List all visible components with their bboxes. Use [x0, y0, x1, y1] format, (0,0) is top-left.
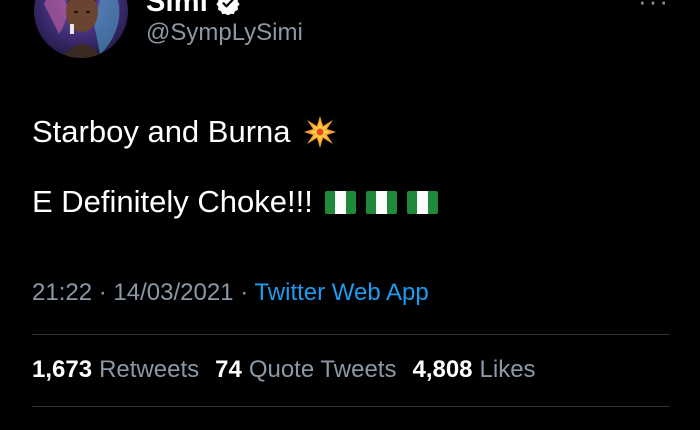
likes-stat[interactable]: 4,808 Likes	[412, 356, 535, 384]
nigeria-flag-icon	[406, 190, 438, 214]
retweets-label: Retweets	[99, 356, 200, 383]
quote-tweets-stat[interactable]: 74 Quote Tweets	[215, 356, 396, 384]
author-name-row: Simi	[146, 0, 240, 19]
author-handle[interactable]: @SympLySimi	[146, 19, 303, 47]
likes-label: Likes	[479, 356, 536, 383]
flag-emoji-group	[324, 190, 438, 214]
retweets-stat[interactable]: 1,673 Retweets	[32, 356, 199, 384]
nigeria-flag-icon	[365, 190, 397, 214]
retweets-count: 1,673	[32, 356, 93, 383]
tweet-text-1: Starboy and Burna	[32, 114, 291, 149]
more-options-icon[interactable]: ···	[638, 0, 670, 17]
tweet-time[interactable]: 21:22	[32, 279, 92, 306]
meta-separator: ·	[240, 279, 249, 306]
author-display-name[interactable]: Simi	[146, 0, 208, 19]
tweet-card: Simi @SympLySimi ··· Starboy and Burna E…	[0, 0, 700, 430]
nigeria-flag-icon	[324, 190, 356, 214]
engagement-stats: 1,673 Retweets 74 Quote Tweets 4,808 Likes	[32, 356, 536, 384]
quote-tweets-count: 74	[215, 356, 242, 383]
tweet-text-line-1: Starboy and Burna	[32, 114, 337, 150]
tweet-text-line-2: E Definitely Choke!!!	[32, 184, 438, 220]
tweet-source-link[interactable]: Twitter Web App	[254, 279, 428, 306]
collision-emoji-icon	[303, 116, 336, 148]
verified-badge-icon	[216, 0, 240, 15]
avatar[interactable]	[34, 0, 128, 58]
profile-avatar-icon	[34, 0, 128, 58]
quote-tweets-label: Quote Tweets	[248, 356, 397, 383]
tweet-text-2: E Definitely Choke!!!	[32, 184, 313, 219]
meta-separator: ·	[98, 279, 107, 306]
tweet-date[interactable]: 14/03/2021	[113, 279, 233, 306]
likes-count: 4,808	[412, 356, 473, 383]
divider	[32, 334, 670, 335]
divider	[32, 406, 670, 407]
tweet-metadata: 21:22 · 14/03/2021 · Twitter Web App	[32, 279, 429, 307]
